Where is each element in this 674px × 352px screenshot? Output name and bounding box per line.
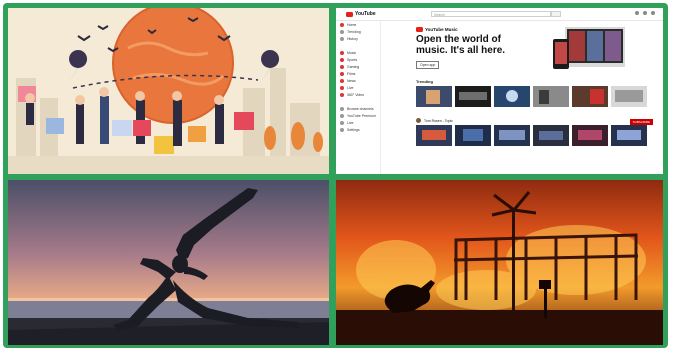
video-card[interactable] (494, 86, 530, 115)
channel-avatar (416, 118, 421, 123)
sidebar-label: News (347, 78, 356, 83)
sidebar-label: Sports (347, 57, 358, 62)
sidebar-label: Home (347, 22, 357, 27)
sidebar-label: Films (347, 71, 356, 76)
trending-row (416, 86, 659, 115)
trending-heading: Trending (416, 79, 433, 84)
youtube-screenshot: YouTube Search Home Trending History Mus… (336, 8, 663, 174)
video-card[interactable] (572, 125, 608, 154)
yt-logo[interactable]: YouTube (346, 11, 376, 17)
video-title (494, 108, 530, 115)
subscribe-button[interactable]: SUBSCRIBE (629, 119, 653, 125)
video-title (494, 147, 530, 154)
sidebar-label: Live (347, 120, 354, 125)
sidebar-item-sports[interactable]: Sports (336, 56, 380, 63)
news-icon (340, 78, 344, 83)
channel-row (416, 125, 659, 154)
video-card[interactable] (533, 86, 569, 115)
sidebar-label: YouTube Premium (347, 113, 376, 118)
yt-sidebar: Home Trending History Music Sports Gamin… (336, 21, 381, 174)
video-card[interactable] (611, 125, 647, 154)
collage: YouTube Search Home Trending History Mus… (3, 3, 668, 348)
sidebar-item-news[interactable]: News (336, 77, 380, 84)
video-title (533, 108, 569, 115)
gaming-icon (340, 64, 344, 69)
devices-image (553, 27, 625, 69)
sidebar-item-films[interactable]: Films (336, 70, 380, 77)
channel-name: Tom Rosen - Topic (424, 118, 453, 123)
sidebar-label: Settings (347, 127, 360, 132)
sidebar-item-home[interactable]: Home (336, 21, 380, 28)
search-input[interactable]: Search (431, 11, 551, 17)
sidebar-label: 360° Video (347, 92, 365, 97)
sidebar-item-360[interactable]: 360° Video (336, 91, 380, 98)
video-card[interactable] (611, 86, 647, 115)
video-title (533, 147, 569, 154)
sidebar-item-live-bottom[interactable]: Live (336, 119, 380, 126)
video-title (416, 147, 452, 154)
music-brand-text: YouTube Music (425, 27, 458, 32)
sidebar-label: Trending (347, 29, 361, 34)
banner-headline: Open the world of music. It's all here. (416, 34, 506, 56)
video-title (572, 108, 608, 115)
sidebar-item-premium[interactable]: YouTube Premium (336, 112, 380, 119)
channel-heading[interactable]: Tom Rosen - Topic (416, 118, 659, 123)
yt-logo-text: YouTube (355, 11, 376, 17)
video-card[interactable] (455, 125, 491, 154)
sidebar-label: History (347, 36, 358, 41)
360-video-icon (340, 92, 344, 97)
music-icon (340, 50, 344, 55)
video-title (611, 147, 647, 154)
travel-illustration (8, 8, 329, 174)
sidebar-item-trending[interactable]: Trending (336, 28, 380, 35)
video-title (455, 108, 491, 115)
video-card[interactable] (494, 125, 530, 154)
video-title (572, 147, 608, 154)
sidebar-label: Live (347, 85, 354, 90)
sports-icon (340, 57, 344, 62)
films-icon (340, 71, 344, 76)
play-logo-icon (346, 11, 353, 17)
open-app-button[interactable]: Open app (416, 61, 440, 69)
video-card[interactable] (533, 125, 569, 154)
music-banner[interactable]: YouTube Music Open the world of music. I… (384, 21, 659, 77)
sidebar-label: Gaming (347, 64, 360, 69)
live-icon (340, 85, 344, 90)
yt-main: YouTube Music Open the world of music. I… (384, 21, 659, 174)
yt-top-icons (635, 11, 655, 15)
music-brand: YouTube Music (416, 27, 458, 32)
live-icon (340, 120, 344, 125)
history-icon (340, 36, 344, 41)
upload-icon[interactable] (635, 11, 639, 15)
search-button[interactable] (551, 11, 561, 17)
yoga-photo (8, 180, 329, 345)
video-card[interactable] (572, 86, 608, 115)
apps-icon[interactable] (643, 11, 647, 15)
sidebar-label: Browse channels (347, 106, 374, 111)
video-title (416, 108, 452, 115)
video-card[interactable] (416, 86, 452, 115)
sidebar-item-live[interactable]: Live (336, 84, 380, 91)
gear-icon (340, 127, 344, 132)
video-card[interactable] (416, 125, 452, 154)
bushfire-photo (336, 180, 663, 345)
video-card[interactable] (455, 86, 491, 115)
play-logo-icon (416, 27, 423, 32)
sidebar-item-gaming[interactable]: Gaming (336, 63, 380, 70)
sidebar-item-settings[interactable]: Settings (336, 126, 380, 133)
yt-topbar: YouTube Search (336, 8, 663, 21)
sidebar-item-music[interactable]: Music (336, 49, 380, 56)
home-icon (340, 22, 344, 27)
premium-icon (340, 113, 344, 118)
sidebar-item-history[interactable]: History (336, 35, 380, 42)
notifications-icon[interactable] (651, 11, 655, 15)
trending-icon (340, 29, 344, 34)
browse-icon (340, 106, 344, 111)
sidebar-label: Music (347, 50, 357, 55)
sidebar-item-browse-channels[interactable]: Browse channels (336, 105, 380, 112)
video-title (611, 108, 647, 115)
video-title (455, 147, 491, 154)
